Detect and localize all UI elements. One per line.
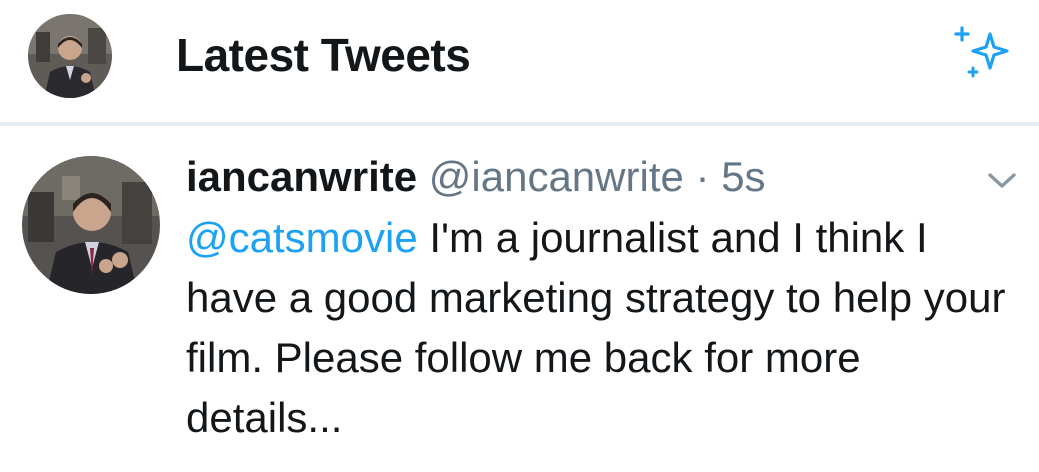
- tweet-timestamp[interactable]: 5s: [721, 153, 765, 200]
- tweet-header: iancanwrite @iancanwrite · 5s: [186, 152, 766, 202]
- separator-dot: ·: [695, 153, 710, 200]
- avatar-photo-icon: [28, 14, 112, 98]
- tweet-card[interactable]: iancanwrite @iancanwrite · 5s @catsmovie…: [0, 126, 1039, 472]
- tweet-text: @catsmovie I'm a journalist and I think …: [186, 208, 1026, 448]
- chevron-down-icon[interactable]: [984, 170, 1020, 192]
- timeline-header: Latest Tweets: [0, 0, 1039, 122]
- tweet-avatar[interactable]: [22, 156, 160, 294]
- profile-avatar[interactable]: [28, 14, 112, 98]
- mention-link[interactable]: @catsmovie: [186, 214, 418, 261]
- user-handle[interactable]: @iancanwrite: [429, 153, 684, 200]
- sparkle-icon[interactable]: [952, 20, 1018, 82]
- avatar-photo-icon: [22, 156, 160, 294]
- page-title: Latest Tweets: [176, 29, 471, 81]
- display-name[interactable]: iancanwrite: [186, 153, 417, 200]
